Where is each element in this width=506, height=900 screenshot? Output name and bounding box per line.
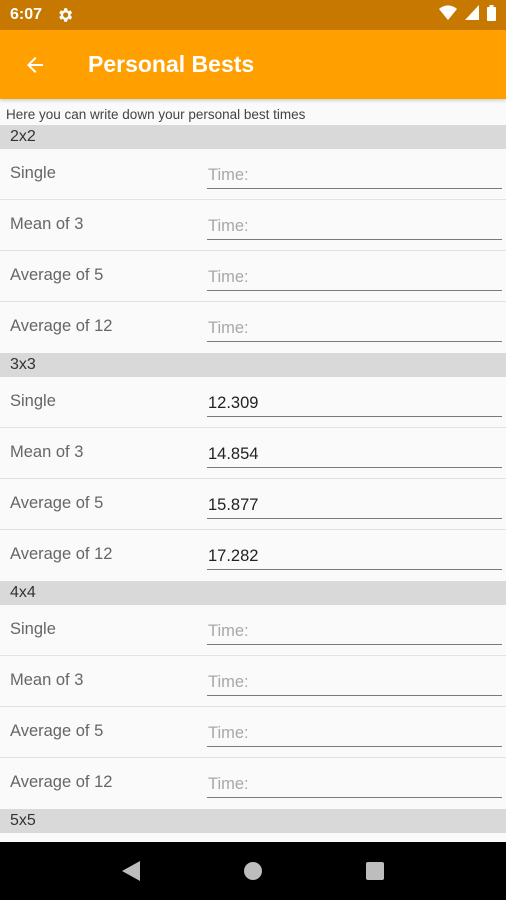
row-label: Single [10,164,56,182]
section-header-4x4: 4x4 [0,581,506,605]
row-label: Average of 12 [10,773,113,791]
personal-bests-list[interactable]: Here you can write down your personal be… [0,99,506,842]
list-item: Average of 5 [0,251,506,302]
system-nav-bar [0,842,506,900]
battery-icon [487,4,496,26]
list-item: Single [0,377,506,428]
arrow-left-icon[interactable] [0,30,70,99]
section-header-3x3: 3x3 [0,353,506,377]
list-item: Mean of 3 [0,656,506,707]
list-item: Average of 12 [0,302,506,353]
time-input[interactable] [207,261,502,291]
section-header-5x5: 5x5 [0,809,506,833]
list-item: Average of 12 [0,530,506,581]
list-item: Average of 12 [0,758,506,809]
time-input[interactable] [207,159,502,189]
list-item: Mean of 3 [0,428,506,479]
row-label: Single [10,620,56,638]
time-input[interactable] [207,540,502,570]
status-bar: 6:07 [0,0,506,30]
row-label: Single [10,392,56,410]
row-label: Average of 5 [10,266,104,284]
triangle-back-icon[interactable] [111,851,151,891]
row-label: Mean of 3 [10,215,84,233]
signal-icon [465,5,479,25]
row-label: Mean of 3 [10,671,84,689]
circle-home-icon[interactable] [233,851,273,891]
gear-icon [56,6,74,24]
list-item: Mean of 3 [0,200,506,251]
time-input[interactable] [207,438,502,468]
status-time: 6:07 [10,6,43,23]
time-input[interactable] [207,210,502,240]
row-label: Mean of 3 [10,443,84,461]
row-label: Average of 12 [10,317,113,335]
time-input[interactable] [207,615,502,645]
wifi-icon [439,4,457,26]
app-bar: Personal Bests [0,30,506,99]
hint-text: Here you can write down your personal be… [6,107,306,122]
time-input[interactable] [207,387,502,417]
section-header-2x2: 2x2 [0,125,506,149]
list-item: Single [0,149,506,200]
list-item: Average of 5 [0,707,506,758]
list-item: Average of 5 [0,479,506,530]
row-label: Average of 12 [10,545,113,563]
time-input[interactable] [207,312,502,342]
time-input[interactable] [207,489,502,519]
square-recents-icon[interactable] [355,851,395,891]
row-label: Average of 5 [10,494,104,512]
time-input[interactable] [207,768,502,798]
row-label: Average of 5 [10,722,104,740]
time-input[interactable] [207,717,502,747]
page-title: Personal Bests [88,51,255,77]
time-input[interactable] [207,666,502,696]
list-item: Single [0,605,506,656]
